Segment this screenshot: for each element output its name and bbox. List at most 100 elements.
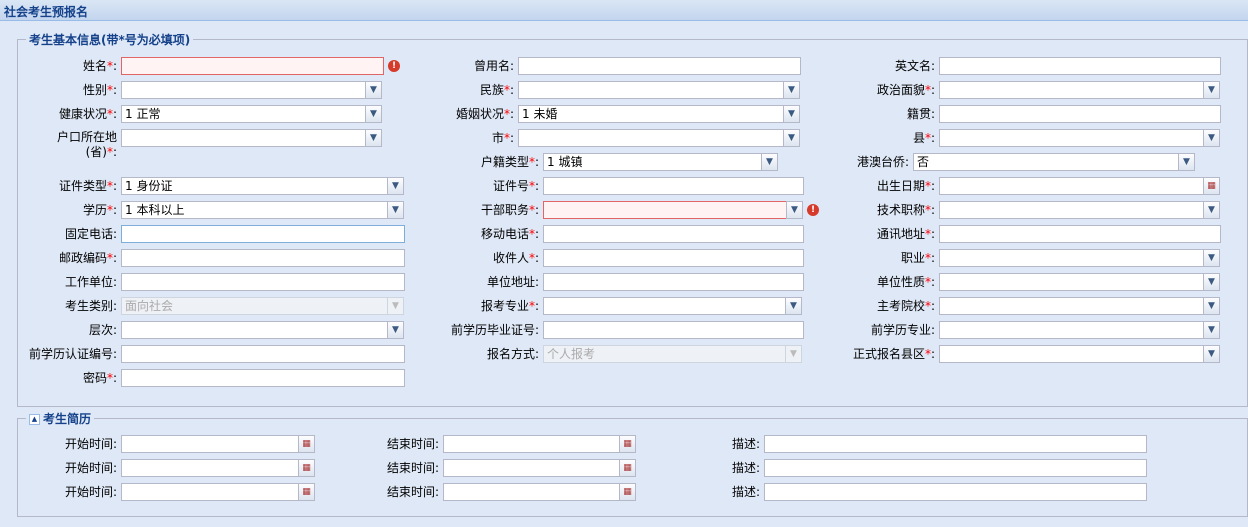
prev_major-combo[interactable] [939,321,1204,339]
dropdown-arrow-icon[interactable]: ▼ [1203,321,1220,339]
gender-label-text: 性别 [82,83,107,97]
native_place-input[interactable] [939,105,1221,123]
english_name-input[interactable] [939,57,1221,75]
political-label-text: 政治面貌 [876,83,925,97]
education-combo[interactable]: 1 本科以上 [121,201,388,219]
dropdown-arrow-icon[interactable]: ▼ [785,297,802,315]
school-combo[interactable] [939,297,1204,315]
label-colon: : [930,179,935,193]
dropdown-arrow-icon[interactable]: ▼ [365,129,382,147]
dropdown-arrow-icon[interactable]: ▼ [1178,153,1195,171]
hukou-label-line2: (省) [85,145,107,159]
id_type-combo[interactable]: 1 身份证 [121,177,388,195]
label-colon: : [930,275,935,289]
dropdown-arrow-icon[interactable]: ▼ [1203,81,1220,99]
name-input[interactable] [121,57,384,75]
id_no-input[interactable] [543,177,804,195]
resume-desc-input[interactable] [764,459,1147,477]
prev_cert-input[interactable] [543,321,804,339]
dropdown-arrow-icon[interactable]: ▼ [387,201,404,219]
county-combo[interactable] [939,129,1204,147]
password-input[interactable] [121,369,405,387]
marital-label-text: 婚姻状况 [455,107,504,121]
native_place-label: 籍贯: [907,107,935,121]
label-colon: : [112,107,117,121]
hmt-combo[interactable]: 否 [913,153,1179,171]
calendar-icon[interactable]: ▦ [619,483,636,501]
employer_addr-input[interactable] [543,273,804,291]
label-colon: : [930,203,935,217]
address-input[interactable] [939,225,1221,243]
dropdown-arrow-icon[interactable]: ▼ [783,105,800,123]
resume-end-date-input[interactable] [443,483,620,501]
hukou_type-combo[interactable]: 1 城镇 [543,153,762,171]
category-label: 考生类别: [65,299,117,313]
resume-end-label: 结束时间: [386,461,439,475]
political-combo[interactable] [939,81,1204,99]
employer_type-combo[interactable] [939,273,1204,291]
cadre-combo[interactable] [543,201,787,219]
address-label-text: 通讯地址 [876,227,925,241]
calendar-icon[interactable]: ▦ [298,483,315,501]
dropdown-arrow-icon[interactable]: ▼ [365,81,382,99]
resume-start-date-input[interactable] [121,483,299,501]
calendar-icon[interactable]: ▦ [298,435,315,453]
hmt-label: 港澳台侨: [857,155,909,169]
formal_county-combo[interactable] [939,345,1204,363]
tech_title-combo[interactable] [939,201,1204,219]
occupation-label-text: 职业 [900,251,925,265]
calendar-icon[interactable]: ▦ [619,459,636,477]
label-colon: : [534,179,539,193]
recipient-input[interactable] [543,249,804,267]
dropdown-arrow-icon[interactable]: ▼ [761,153,778,171]
dropdown-arrow-icon: ▼ [785,345,802,363]
label-colon: : [534,251,539,265]
dropdown-arrow-icon[interactable]: ▼ [1203,129,1220,147]
former_name-input[interactable] [518,57,801,75]
english_name-label-text: 英文名 [894,59,931,73]
dropdown-arrow-icon[interactable]: ▼ [1203,273,1220,291]
english_name-label: 英文名: [895,59,935,73]
dropdown-arrow-icon[interactable]: ▼ [1203,345,1220,363]
dropdown-arrow-icon[interactable]: ▼ [365,105,382,123]
dropdown-arrow-icon[interactable]: ▼ [786,201,803,219]
phone-label: 固定电话: [65,227,117,241]
city-combo[interactable] [518,129,784,147]
hukou-combo[interactable] [121,129,366,147]
ethnicity-combo[interactable] [518,81,784,99]
resume-end-date-input[interactable] [443,435,620,453]
marital-combo[interactable]: 1 未婚 [518,105,784,123]
prev_auth-input[interactable] [121,345,405,363]
prev_auth-label: 前学历认证编号: [29,347,117,361]
major-combo[interactable] [543,297,786,315]
label-colon: : [112,83,117,97]
dropdown-arrow-icon[interactable]: ▼ [783,81,800,99]
mobile-input[interactable] [543,225,804,243]
resume-desc-input[interactable] [764,483,1147,501]
resume-legend[interactable]: ▲ 考生简历 [26,410,94,427]
level-label: 层次: [89,323,117,337]
dropdown-arrow-icon[interactable]: ▼ [1203,249,1220,267]
occupation-combo[interactable] [939,249,1204,267]
dropdown-arrow-icon[interactable]: ▼ [783,129,800,147]
dropdown-arrow-icon[interactable]: ▼ [1203,297,1220,315]
dropdown-arrow-icon[interactable]: ▼ [387,321,404,339]
city-label: 市*: [492,131,514,145]
resume-start-date-input[interactable] [121,459,299,477]
phone-input[interactable] [121,225,405,243]
postcode-input[interactable] [121,249,405,267]
gender-combo[interactable] [121,81,366,99]
dropdown-arrow-icon[interactable]: ▼ [387,177,404,195]
calendar-icon[interactable]: ▦ [298,459,315,477]
birth-date-input[interactable] [939,177,1204,195]
resume-desc-input[interactable] [764,435,1147,453]
collapse-icon[interactable]: ▲ [29,414,40,425]
resume-start-date-input[interactable] [121,435,299,453]
dropdown-arrow-icon[interactable]: ▼ [1203,201,1220,219]
level-combo[interactable] [121,321,388,339]
employer-input[interactable] [121,273,405,291]
calendar-icon[interactable]: ▦ [619,435,636,453]
calendar-icon[interactable]: ▦ [1203,177,1220,195]
health-combo[interactable]: 1 正常 [121,105,366,123]
resume-end-date-input[interactable] [443,459,620,477]
